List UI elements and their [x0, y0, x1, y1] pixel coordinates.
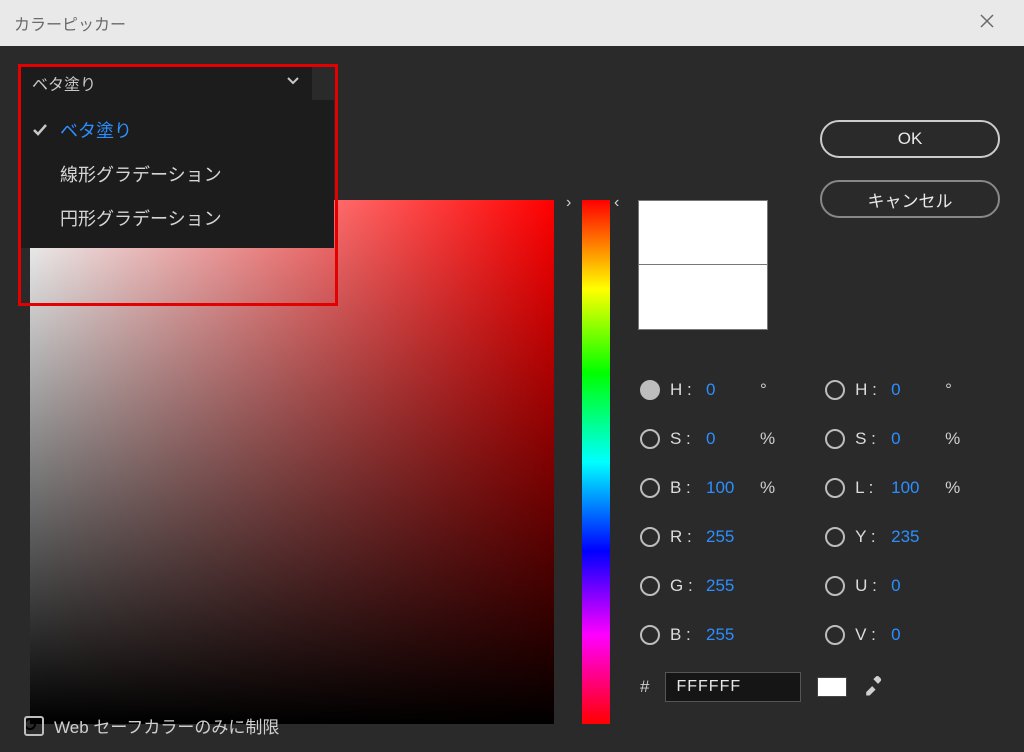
hex-value: FFFFFF — [676, 678, 741, 696]
rgb-r-row[interactable]: R : 255 — [640, 523, 775, 551]
hsb-h-row[interactable]: H : 0 ° — [640, 376, 775, 404]
value-v[interactable]: 0 — [891, 625, 931, 645]
hsl-s-row[interactable]: S : 0 % — [825, 425, 960, 453]
menu-item-linear-gradient[interactable]: 線形グラデーション — [20, 152, 334, 196]
menu-item-solid[interactable]: ベタ塗り — [20, 108, 334, 152]
yuv-v-row[interactable]: V : 0 — [825, 621, 960, 649]
unit-l: % — [945, 478, 960, 498]
label-b: B : — [670, 478, 696, 498]
values-column-left: H : 0 ° S : 0 % B : 100 % R : 255 — [640, 376, 775, 649]
ok-button-label: OK — [898, 129, 923, 149]
hsb-b-row[interactable]: B : 100 % — [640, 474, 775, 502]
label-s: S : — [670, 429, 696, 449]
color-field[interactable] — [30, 200, 554, 724]
rgb-g-row[interactable]: G : 255 — [640, 572, 775, 600]
unit-b: % — [760, 478, 775, 498]
hsl-h-row[interactable]: H : 0 ° — [825, 376, 960, 404]
radio-yuv-u[interactable] — [825, 576, 845, 596]
cancel-button[interactable]: キャンセル — [820, 180, 1000, 218]
unit-s2: % — [945, 429, 960, 449]
unit-h: ° — [760, 380, 767, 400]
value-g[interactable]: 255 — [706, 576, 746, 596]
menu-item-label: 円形グラデーション — [60, 205, 222, 231]
hex-row: # FFFFFF — [640, 672, 885, 702]
hex-hash-label: # — [640, 677, 649, 697]
radio-hsb-b[interactable] — [640, 478, 660, 498]
label-v: V : — [855, 625, 881, 645]
label-g: G : — [670, 576, 696, 596]
menu-item-label: ベタ塗り — [60, 117, 132, 143]
radio-yuv-v[interactable] — [825, 625, 845, 645]
hex-swatch — [817, 677, 847, 697]
value-b2[interactable]: 255 — [706, 625, 746, 645]
current-color-swatch — [639, 265, 767, 329]
fill-type-menu: ベタ塗り 線形グラデーション 円形グラデーション — [20, 100, 334, 248]
radio-hsl-l[interactable] — [825, 478, 845, 498]
titlebar: カラーピッカー — [0, 0, 1024, 46]
hex-input[interactable]: FFFFFF — [665, 672, 801, 702]
value-l[interactable]: 100 — [891, 478, 931, 498]
radio-yuv-y[interactable] — [825, 527, 845, 547]
label-l: L : — [855, 478, 881, 498]
new-color-swatch — [639, 201, 767, 265]
label-h2: H : — [855, 380, 881, 400]
label-y: Y : — [855, 527, 881, 547]
unit-h2: ° — [945, 380, 952, 400]
ok-button[interactable]: OK — [820, 120, 1000, 158]
hsb-s-row[interactable]: S : 0 % — [640, 425, 775, 453]
menu-item-label: 線形グラデーション — [60, 161, 222, 187]
hue-pointer-left-icon: › — [566, 194, 571, 212]
close-icon — [979, 13, 995, 34]
chevron-down-icon — [286, 74, 300, 93]
radio-rgb-g[interactable] — [640, 576, 660, 596]
value-h2[interactable]: 0 — [891, 380, 931, 400]
value-h[interactable]: 0 — [706, 380, 746, 400]
dropdown-selected-label: ベタ塗り — [32, 71, 96, 95]
close-button[interactable] — [964, 0, 1010, 46]
unit-s: % — [760, 429, 775, 449]
value-b[interactable]: 100 — [706, 478, 746, 498]
yuv-y-row[interactable]: Y : 235 — [825, 523, 960, 551]
value-y[interactable]: 235 — [891, 527, 931, 547]
value-s2[interactable]: 0 — [891, 429, 931, 449]
value-u[interactable]: 0 — [891, 576, 931, 596]
yuv-u-row[interactable]: U : 0 — [825, 572, 960, 600]
values-column-right: H : 0 ° S : 0 % L : 100 % Y : 235 — [825, 376, 960, 649]
color-values: H : 0 ° S : 0 % B : 100 % R : 255 — [640, 376, 960, 649]
radio-rgb-r[interactable] — [640, 527, 660, 547]
hsl-l-row[interactable]: L : 100 % — [825, 474, 960, 502]
radio-hsl-h[interactable] — [825, 380, 845, 400]
eyedropper-icon — [863, 683, 885, 700]
web-safe-checkbox[interactable] — [24, 716, 44, 736]
cancel-button-label: キャンセル — [868, 187, 953, 212]
radio-hsb-h[interactable] — [640, 380, 660, 400]
eyedropper-button[interactable] — [863, 674, 885, 701]
window-title: カラーピッカー — [14, 11, 964, 35]
radio-rgb-b2[interactable] — [640, 625, 660, 645]
web-safe-row[interactable]: Web セーフカラーのみに制限 — [24, 713, 279, 738]
check-icon — [30, 122, 50, 138]
label-h: H : — [670, 380, 696, 400]
label-s2: S : — [855, 429, 881, 449]
radio-hsb-s[interactable] — [640, 429, 660, 449]
rgb-b-row[interactable]: B : 255 — [640, 621, 775, 649]
radio-hsl-s[interactable] — [825, 429, 845, 449]
label-b2: B : — [670, 625, 696, 645]
hue-slider[interactable] — [582, 200, 610, 724]
color-preview — [638, 200, 768, 330]
label-u: U : — [855, 576, 881, 596]
fill-type-dropdown[interactable]: ベタ塗り — [20, 66, 312, 100]
web-safe-label: Web セーフカラーのみに制限 — [54, 713, 279, 738]
dialog-body: ベタ塗り ベタ塗り 線形グラデーション 円形グラデーション › ‹ — [0, 46, 1024, 752]
value-s[interactable]: 0 — [706, 429, 746, 449]
hue-pointer-right-icon: ‹ — [614, 194, 619, 212]
value-r[interactable]: 255 — [706, 527, 746, 547]
menu-item-radial-gradient[interactable]: 円形グラデーション — [20, 196, 334, 240]
label-r: R : — [670, 527, 696, 547]
